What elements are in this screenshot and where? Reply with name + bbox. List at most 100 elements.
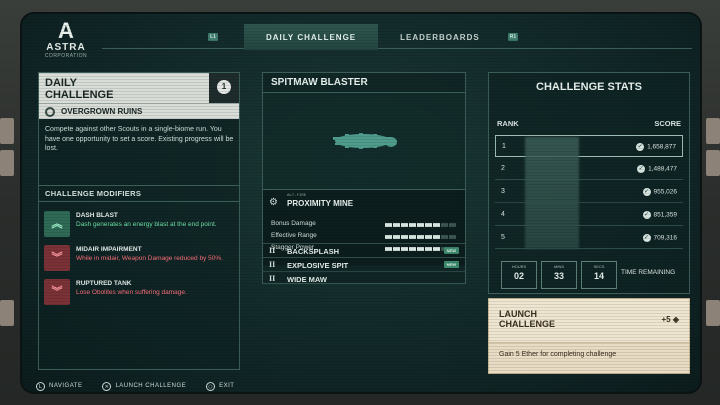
exit-prompt[interactable]: ○ EXIT [206, 380, 234, 392]
stat-segment [401, 235, 408, 239]
rank-number: 3 [501, 188, 505, 195]
score-column-header: SCORE [654, 119, 681, 128]
bezel-tab [706, 150, 720, 176]
bezel-tab [0, 300, 14, 326]
weapon-name: SPITMAW BLASTER [263, 73, 465, 93]
logo-subtitle: CORPORATION [44, 53, 88, 59]
stat-segment [449, 223, 456, 227]
top-bar: A ASTRA CORPORATION DAILY CHALLENGE LEAD… [22, 14, 700, 59]
modifier-name: DASH BLAST [76, 212, 118, 219]
launch-challenge-button[interactable]: LAUNCH CHALLENGE +5 ◈ Gain 5 Ether for c… [488, 298, 690, 374]
navigate-prompt[interactable]: L NAVIGATE [36, 380, 82, 392]
stat-label: Bonus Damage [271, 220, 316, 227]
biome-row: OVERGROWN RUINS [39, 103, 239, 119]
spitmaw-blaster-icon [333, 133, 397, 149]
score-value: 955,026 [653, 188, 678, 196]
bezel-tab [0, 150, 14, 176]
leaderboard-row[interactable]: 5 ✓ 709,316 [495, 227, 683, 249]
modifier-name: MIDAIR IMPAIRMENT [76, 246, 142, 253]
stat-segment [401, 223, 408, 227]
prompt-label: NAVIGATE [49, 383, 83, 389]
reward-value: +5 [661, 315, 671, 324]
weapon-trait[interactable]: II BACKSPLASH NEW [263, 243, 465, 257]
stat-segment [409, 223, 416, 227]
modifier-item[interactable]: ︽ DASH BLAST Dash generates an energy bl… [44, 211, 237, 237]
bezel-tab [706, 118, 720, 144]
stat-segment [425, 223, 432, 227]
score-value: 709,316 [653, 234, 678, 242]
tab-label: DAILY CHALLENGE [266, 32, 357, 42]
trait-tier: II [269, 246, 276, 255]
rank-number: 2 [501, 165, 505, 172]
cross-button-icon: ✕ [102, 381, 112, 391]
tab-daily-challenge[interactable]: DAILY CHALLENGE [244, 24, 379, 50]
tab-label: LEADERBOARDS [400, 32, 480, 42]
modifier-description: Lose Obolites when suffering damage. [76, 289, 187, 296]
button-prompts: L NAVIGATE ✕ LAUNCH CHALLENGE ○ EXIT [36, 380, 234, 392]
modifier-item[interactable]: ︾ MIDAIR IMPAIRMENT While in midair, Wea… [44, 245, 237, 271]
rank-column-header: RANK [497, 119, 519, 128]
stat-segment [425, 235, 432, 239]
tab-bar: DAILY CHALLENGE LEADERBOARDS [244, 24, 502, 50]
stat-segment [409, 235, 416, 239]
stat-segment [393, 235, 400, 239]
hours-value: 02 [513, 271, 524, 281]
new-badge: NEW [443, 247, 459, 254]
leaderboard-row[interactable]: 1 ✓ 1,658,877 [495, 135, 683, 157]
gear-icon: ⚙ [269, 197, 278, 208]
reward: +5 ◈ [661, 315, 679, 324]
mins-box: MINS 33 [541, 261, 577, 289]
modifier-name: RUPTURED TANK [76, 280, 132, 287]
panel-title: DAILY CHALLENGE [45, 77, 114, 101]
redacted-player-names [525, 137, 579, 249]
biome-name: OVERGROWN RUINS [61, 107, 143, 116]
challenge-count-badge: 1 [209, 73, 239, 103]
time-remaining-label: TIME REMAINING [621, 269, 676, 276]
tab-leaderboards[interactable]: LEADERBOARDS [378, 24, 502, 50]
trait-name: EXPLOSIVE SPIT [287, 261, 349, 270]
stat-segment [417, 223, 424, 227]
alt-fire-name: PROXIMITY MINE [287, 199, 354, 208]
score-value: 851,359 [653, 211, 678, 219]
trait-tier: II [269, 260, 276, 269]
check-icon: ✓ [642, 188, 651, 196]
trait-name: WIDE MAW [287, 275, 327, 284]
stat-segment [441, 223, 448, 227]
alt-fire-tag: ALT-FIRE [287, 194, 307, 198]
circle-button-icon: ○ [206, 381, 216, 391]
logo-mark: A [58, 18, 74, 43]
chevrons-up-icon: ︽ [44, 211, 70, 237]
weapon-trait[interactable]: II EXPLOSIVE SPIT NEW [263, 257, 465, 271]
mins-label: MINS [554, 264, 564, 269]
modifier-description: Dash generates an energy blast at the en… [76, 221, 217, 228]
r1-button-hint-icon: R1 [508, 33, 518, 41]
weapon-stat: Bonus Damage [271, 220, 457, 230]
stat-bar [385, 223, 456, 227]
check-icon: ✓ [642, 234, 651, 242]
weapon-panel: SPITMAW BLASTER ⚙ ALT-FIRE PROXIMITY MIN… [262, 72, 466, 284]
trait-tier: II [269, 274, 276, 283]
secs-value: 14 [593, 271, 604, 281]
l1-button-hint-icon: L1 [208, 33, 218, 41]
prompt-label: LAUNCH CHALLENGE [115, 383, 187, 389]
weapon-trait[interactable]: II WIDE MAW [263, 271, 465, 285]
modifier-item[interactable]: ︾ RUPTURED TANK Lose Obolites when suffe… [44, 279, 237, 305]
leaderboard-row[interactable]: 3 ✓ 955,026 [495, 181, 683, 203]
stat-segment [385, 223, 392, 227]
launch-header: LAUNCH CHALLENGE +5 ◈ [489, 299, 689, 343]
rank-number: 5 [501, 234, 505, 241]
astra-logo: A ASTRA CORPORATION [36, 20, 96, 60]
challenge-stats-panel: CHALLENGE STATS RANK SCORE 1 ✓ 1,658,877 … [488, 72, 690, 294]
leaderboard-row[interactable]: 2 ✓ 1,488,477 [495, 158, 683, 180]
launch-challenge-prompt[interactable]: ✕ LAUNCH CHALLENGE [102, 380, 186, 392]
chevrons-down-icon: ︾ [44, 245, 70, 271]
check-icon: ✓ [636, 143, 645, 151]
score-value: 1,658,877 [647, 143, 676, 151]
check-icon: ✓ [642, 211, 651, 219]
stat-segment [385, 235, 392, 239]
rank-number: 1 [502, 143, 506, 150]
stat-segment [433, 223, 440, 227]
leaderboard-row[interactable]: 4 ✓ 851,359 [495, 204, 683, 226]
stat-bar [385, 235, 456, 239]
new-badge: NEW [443, 261, 459, 268]
